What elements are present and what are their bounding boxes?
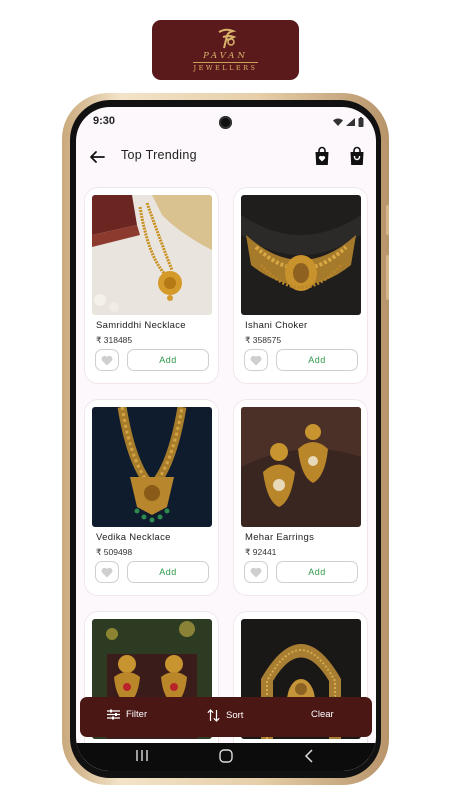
long-necklace-image-icon (92, 407, 212, 527)
battery-icon (358, 117, 364, 127)
clear-button[interactable]: Clear (311, 709, 334, 720)
choker-image-icon (241, 195, 361, 315)
product-image[interactable] (92, 407, 212, 527)
product-name: Ishani Choker (245, 320, 308, 331)
status-time: 9:30 (93, 115, 116, 127)
volume-button (386, 205, 389, 235)
phone-screen: 9:30 Top Trending Samriddhi Necklace ₹ 3… (76, 107, 376, 771)
clear-label: Clear (311, 709, 334, 720)
product-price: ₹ 92441 (245, 547, 277, 557)
add-to-cart-button[interactable]: Add (276, 561, 358, 583)
wishlist-button[interactable] (244, 561, 268, 583)
wishlist-bag-icon[interactable] (314, 146, 330, 166)
product-name: Vedika Necklace (96, 532, 171, 543)
add-to-cart-button[interactable]: Add (127, 349, 209, 371)
system-nav-bar (76, 743, 376, 771)
wishlist-button[interactable] (95, 561, 119, 583)
sort-label: Sort (226, 710, 244, 721)
filter-label: Filter (126, 709, 148, 720)
brand-name: PAVAN (203, 51, 248, 61)
filter-icon (107, 709, 120, 720)
necklace-image-icon (92, 195, 212, 315)
front-camera (219, 116, 232, 129)
earrings-image-icon (241, 407, 361, 527)
heart-icon (101, 567, 113, 577)
filter-sort-bar: Filter Sort Clear (80, 697, 372, 737)
nav-back-icon[interactable] (304, 749, 314, 763)
add-to-cart-button[interactable]: Add (127, 561, 209, 583)
wishlist-button[interactable] (244, 349, 268, 371)
brand-subtitle: JEWELLERS (193, 62, 258, 72)
top-app-bar: Top Trending (76, 143, 376, 173)
product-card[interactable]: Samriddhi Necklace ₹ 318485 Add (84, 187, 219, 384)
page-title: Top Trending (121, 148, 197, 162)
app-preview: PAVAN JEWELLERS 9:30 Top Trending Samrid… (0, 0, 451, 800)
wishlist-button[interactable] (95, 349, 119, 371)
product-card[interactable]: Vedika Necklace ₹ 509498 Add (84, 399, 219, 596)
heart-icon (250, 567, 262, 577)
status-bar: 9:30 (76, 107, 376, 137)
product-name: Samriddhi Necklace (96, 320, 186, 331)
back-arrow-icon[interactable] (89, 149, 105, 165)
cart-bag-icon[interactable] (349, 146, 365, 166)
add-to-cart-button[interactable]: Add (276, 349, 358, 371)
product-card[interactable]: Ishani Choker ₹ 358575 Add (233, 187, 368, 384)
product-price: ₹ 509498 (96, 547, 133, 557)
wifi-icon (333, 118, 343, 126)
power-button (386, 255, 389, 300)
filter-button[interactable]: Filter (107, 709, 147, 720)
product-image[interactable] (92, 195, 212, 315)
product-price: ₹ 318485 (96, 335, 133, 345)
heart-icon (250, 355, 262, 365)
sort-icon (207, 709, 220, 722)
product-image[interactable] (241, 407, 361, 527)
brand-mark-icon (218, 28, 236, 49)
product-name: Mehar Earrings (245, 532, 315, 543)
heart-icon (101, 355, 113, 365)
recent-apps-icon[interactable] (136, 749, 148, 762)
signal-icon (346, 118, 355, 126)
sort-button[interactable]: Sort (207, 709, 243, 722)
product-price: ₹ 358575 (245, 335, 282, 345)
status-icons (333, 117, 364, 127)
home-icon[interactable] (219, 749, 233, 763)
brand-logo: PAVAN JEWELLERS (152, 20, 299, 80)
product-card[interactable]: Mehar Earrings ₹ 92441 Add (233, 399, 368, 596)
product-image[interactable] (241, 195, 361, 315)
